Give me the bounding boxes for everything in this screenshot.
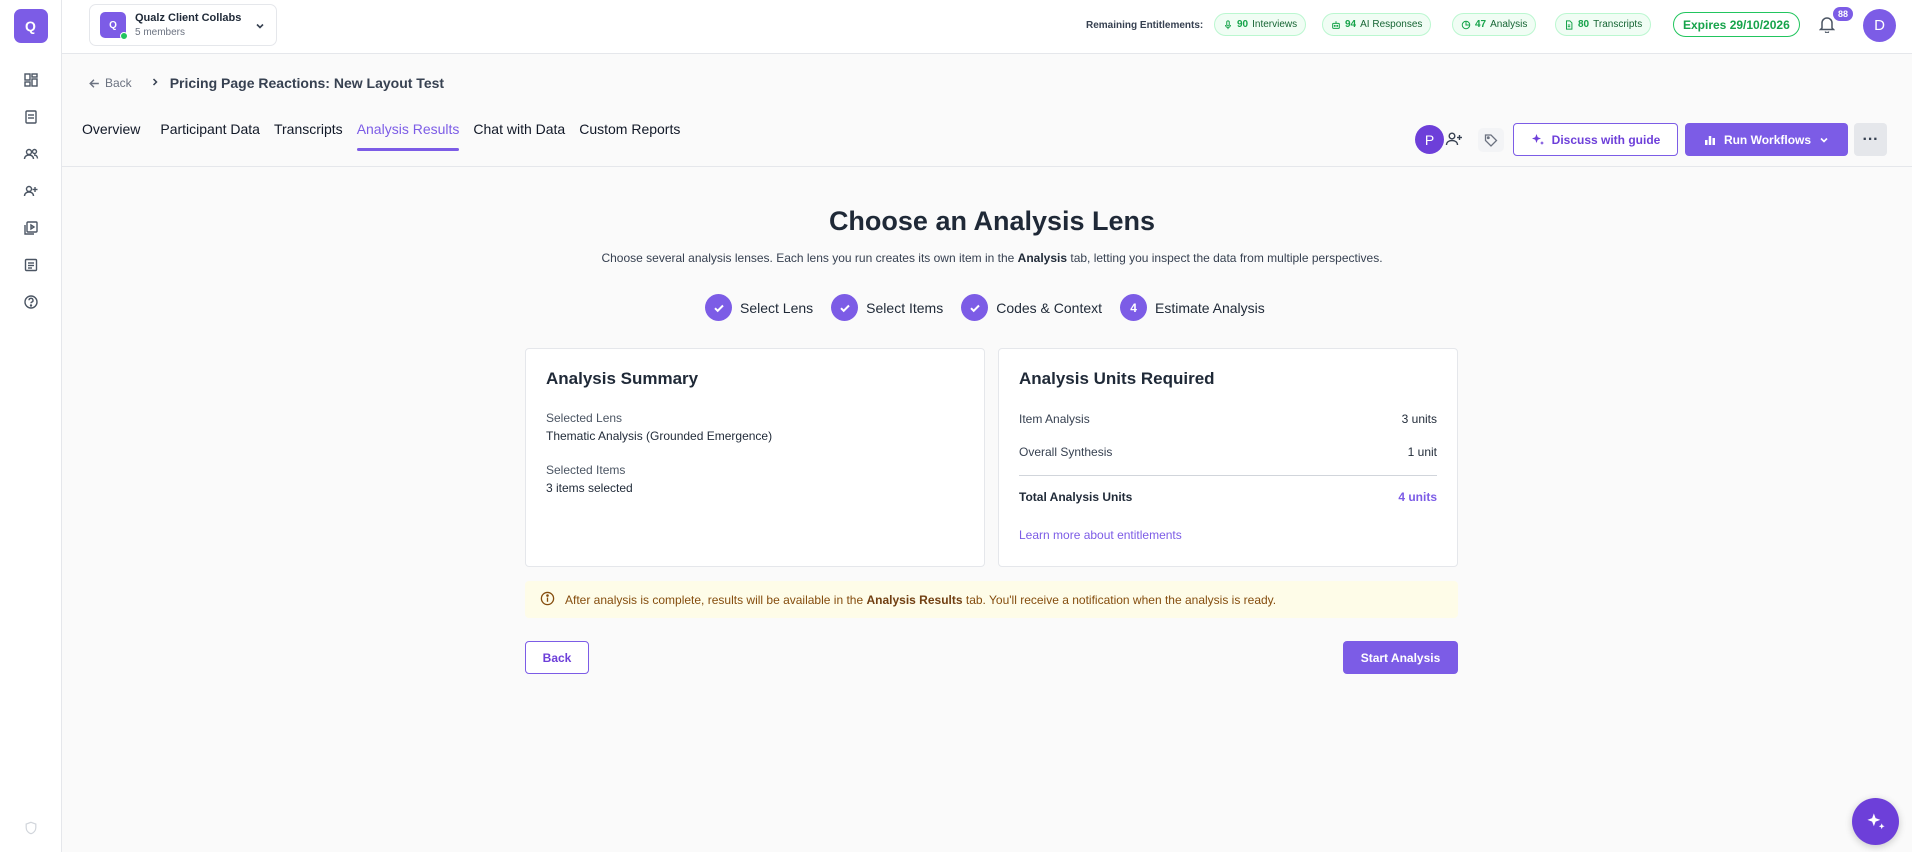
robot-icon	[1332, 20, 1340, 29]
step-codes-context[interactable]: Codes & Context	[961, 294, 1102, 321]
stepper: Select Lens Select Items Codes & Context…	[705, 294, 1283, 321]
bar-chart-icon	[1704, 135, 1715, 145]
more-options-button[interactable]: ···	[1854, 123, 1887, 156]
summary-title: Analysis Summary	[546, 369, 699, 388]
entitlement-analysis: 47 Analysis	[1452, 13, 1537, 36]
workspace-avatar: Q	[100, 12, 128, 40]
tab-participant-data[interactable]: Participant Data	[160, 121, 260, 151]
chevron-down-icon	[254, 19, 266, 37]
tag-icon	[1484, 134, 1498, 147]
info-notice: After analysis is complete, results will…	[525, 581, 1458, 618]
workspace-name: Qualz Client Collabs	[135, 12, 242, 24]
chevron-right-icon	[150, 76, 160, 90]
selected-items-value: 3 items selected	[546, 481, 633, 495]
ai-assistant-button[interactable]	[1852, 798, 1899, 845]
info-icon	[540, 591, 555, 609]
tabs-divider	[62, 166, 1912, 167]
dashboard-icon[interactable]	[14, 63, 48, 97]
entitlements-label: Remaining Entitlements:	[1086, 20, 1204, 31]
tab-transcripts[interactable]: Transcripts	[274, 121, 343, 151]
page-subtitle: Choose several analysis lenses. Each len…	[601, 251, 1383, 265]
breadcrumb: Back Pricing Page Reactions: New Layout …	[88, 75, 444, 91]
tab-overview[interactable]: Overview	[82, 121, 140, 151]
tab-analysis-results[interactable]: Analysis Results	[356, 121, 459, 151]
learn-more-entitlements-link[interactable]: Learn more about entitlements	[1019, 528, 1437, 542]
units-title: Analysis Units Required	[1019, 369, 1215, 388]
tab-custom-reports[interactable]: Custom Reports	[579, 121, 680, 151]
discuss-with-guide-button[interactable]: Discuss with guide	[1513, 123, 1678, 156]
page-title: Choose an Analysis Lens	[828, 206, 1156, 236]
step-select-items[interactable]: Select Items	[831, 294, 943, 321]
check-icon	[705, 294, 732, 321]
check-icon	[961, 294, 989, 321]
analysis-summary-card: Analysis Summary Selected Lens Thematic …	[525, 348, 985, 567]
online-indicator	[120, 32, 128, 40]
notes-icon[interactable]	[14, 248, 48, 282]
add-user-icon[interactable]	[14, 174, 48, 208]
add-collaborator-icon[interactable]	[1445, 131, 1463, 152]
bell-icon[interactable]	[1818, 15, 1836, 38]
back-button[interactable]: Back	[525, 641, 589, 674]
top-bar: Q Qualz Client Collabs 5 members Remaini…	[62, 0, 1912, 54]
step-estimate-analysis[interactable]: 4 Estimate Analysis	[1120, 294, 1265, 321]
selected-lens-label: Selected Lens	[546, 411, 623, 425]
chevron-down-icon	[1820, 137, 1828, 143]
pie-chart-icon	[1461, 20, 1471, 29]
start-analysis-button[interactable]: Start Analysis	[1343, 641, 1458, 674]
app-logo[interactable]: Q	[13, 9, 48, 43]
tab-chat-with-data[interactable]: Chat with Data	[473, 121, 565, 151]
file-icon	[1566, 19, 1573, 30]
shield-icon	[24, 821, 38, 840]
expiry-badge: Expires 29/10/2026	[1673, 12, 1800, 37]
units-divider	[1019, 475, 1437, 476]
selected-lens-value: Thematic Analysis (Grounded Emergence)	[546, 429, 773, 443]
entitlement-interviews: 90 Interviews	[1214, 13, 1307, 36]
tags-button[interactable]	[1478, 128, 1504, 152]
workspace-switcher[interactable]: Q Qualz Client Collabs 5 members	[89, 4, 277, 46]
units-row-item-analysis: Item Analysis 3 units	[1019, 412, 1437, 426]
arrow-left-icon	[89, 78, 99, 88]
breadcrumb-back-link[interactable]: Back	[88, 76, 132, 90]
notification-count-badge: 88	[1833, 7, 1854, 21]
project-title: Pricing Page Reactions: New Layout Test	[169, 75, 445, 91]
selected-items-label: Selected Items	[546, 463, 626, 477]
analysis-units-card: Analysis Units Required Item Analysis 3 …	[998, 348, 1458, 567]
project-tabs: Overview Participant Data Transcripts An…	[82, 121, 694, 151]
sparkle-icon	[1866, 812, 1885, 829]
participant-avatar[interactable]: P	[1415, 125, 1444, 154]
workspace-members: 5 members	[135, 27, 186, 38]
units-row-total: Total Analysis Units 4 units	[1019, 490, 1437, 504]
microphone-icon	[1225, 19, 1231, 29]
user-avatar[interactable]: D	[1863, 9, 1896, 42]
notice-text: After analysis is complete, results will…	[565, 592, 1277, 607]
units-row-overall-synthesis: Overall Synthesis 1 unit	[1019, 445, 1437, 459]
check-icon	[831, 294, 859, 321]
sidebar: Q	[0, 0, 62, 852]
entitlement-transcripts: 80 Transcripts	[1555, 13, 1652, 36]
document-icon[interactable]	[14, 100, 48, 134]
users-icon[interactable]	[14, 137, 48, 171]
step-number: 4	[1120, 294, 1148, 321]
run-workflows-button[interactable]: Run Workflows	[1685, 123, 1848, 156]
help-icon[interactable]	[14, 285, 48, 319]
sparkle-icon	[1531, 133, 1544, 145]
step-select-lens[interactable]: Select Lens	[705, 294, 813, 321]
entitlement-ai-responses: 94 AI Responses	[1322, 13, 1432, 36]
